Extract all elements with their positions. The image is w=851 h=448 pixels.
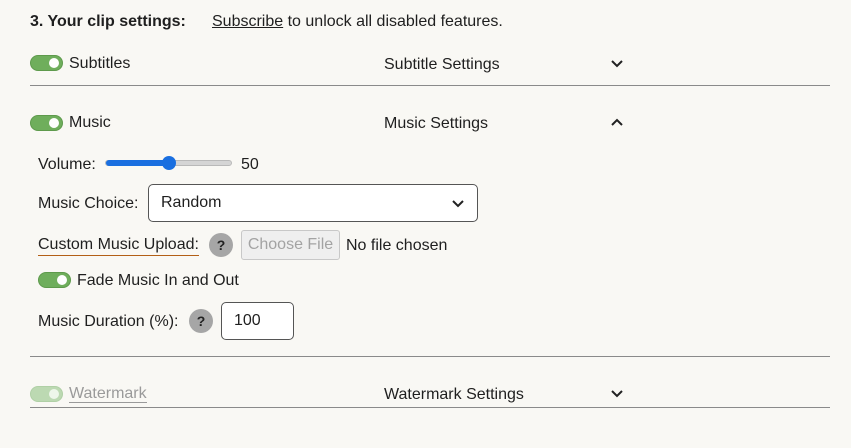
divider [30, 356, 830, 357]
music-settings-label[interactable]: Music Settings [384, 115, 488, 133]
custom-music-upload-text: Custom Music Upload: [38, 236, 199, 256]
volume-slider[interactable] [105, 156, 232, 170]
volume-slider-fill [106, 160, 169, 166]
divider [30, 407, 830, 408]
volume-value: 50 [241, 156, 259, 173]
watermark-label-text: Watermark [69, 385, 147, 403]
music-duration-input[interactable]: 100 [221, 302, 294, 340]
section-title: 3. Your clip settings: [30, 13, 186, 30]
fade-music-toggle[interactable] [38, 272, 71, 288]
chevron-down-icon[interactable] [610, 386, 624, 400]
chevron-up-icon[interactable] [610, 115, 624, 129]
subtitles-toggle[interactable] [30, 55, 63, 71]
chevron-down-icon[interactable] [610, 56, 624, 70]
subscribe-link[interactable]: Subscribe [212, 13, 283, 30]
subscribe-message-text: to unlock all disabled features. [283, 13, 503, 30]
music-choice-select[interactable]: Random [148, 184, 478, 222]
toggle-knob [49, 389, 59, 399]
watermark-toggle[interactable] [30, 386, 63, 402]
choose-file-button[interactable]: Choose File [241, 230, 340, 260]
no-file-chosen-text: No file chosen [346, 237, 448, 254]
toggle-knob [57, 275, 67, 285]
chevron-down-icon [452, 200, 464, 208]
subscribe-message: Subscribe to unlock all disabled feature… [212, 13, 503, 31]
toggle-knob [49, 58, 59, 68]
toggle-knob [49, 118, 59, 128]
divider [30, 85, 830, 86]
music-choice-value: Random [161, 194, 222, 211]
subtitles-label: Subtitles [69, 55, 131, 72]
custom-music-upload-label: Custom Music Upload: [38, 236, 199, 256]
watermark-label: Watermark [69, 385, 147, 403]
music-choice-label: Music Choice: [38, 195, 139, 212]
subtitle-settings-label[interactable]: Subtitle Settings [384, 56, 500, 74]
fade-music-label: Fade Music In and Out [77, 272, 239, 289]
volume-label: Volume: [38, 156, 96, 173]
music-label: Music [69, 114, 111, 131]
volume-slider-thumb[interactable] [161, 156, 176, 170]
watermark-settings-label[interactable]: Watermark Settings [384, 386, 524, 404]
music-duration-label: Music Duration (%): [38, 313, 179, 330]
help-icon[interactable]: ? [189, 309, 213, 333]
music-toggle[interactable] [30, 115, 63, 131]
help-icon[interactable]: ? [209, 233, 233, 257]
